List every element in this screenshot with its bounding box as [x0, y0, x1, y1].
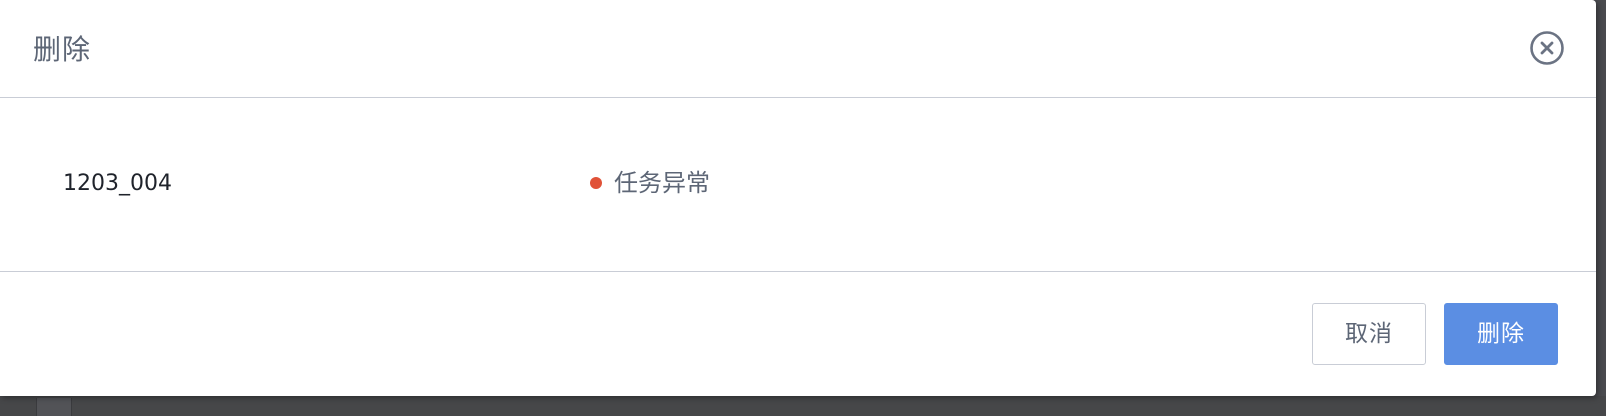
close-circle-icon [1530, 31, 1564, 65]
delete-button[interactable]: 删除 [1444, 303, 1558, 365]
status-dot-icon [590, 177, 602, 189]
background-table-cell [36, 398, 72, 416]
delete-dialog: 删除 1203_004 任务异常 取消 删除 [0, 0, 1596, 396]
dialog-header: 删除 [0, 0, 1596, 98]
status-text: 任务异常 [614, 169, 710, 197]
dialog-footer: 取消 删除 [0, 272, 1596, 396]
dialog-body: 1203_004 任务异常 [0, 98, 1596, 272]
item-name: 1203_004 [63, 171, 172, 196]
status-indicator: 任务异常 [590, 168, 710, 198]
background-page-strip [0, 396, 1606, 416]
dialog-title: 删除 [33, 33, 92, 66]
cancel-button[interactable]: 取消 [1312, 303, 1426, 365]
close-button[interactable] [1530, 31, 1564, 65]
